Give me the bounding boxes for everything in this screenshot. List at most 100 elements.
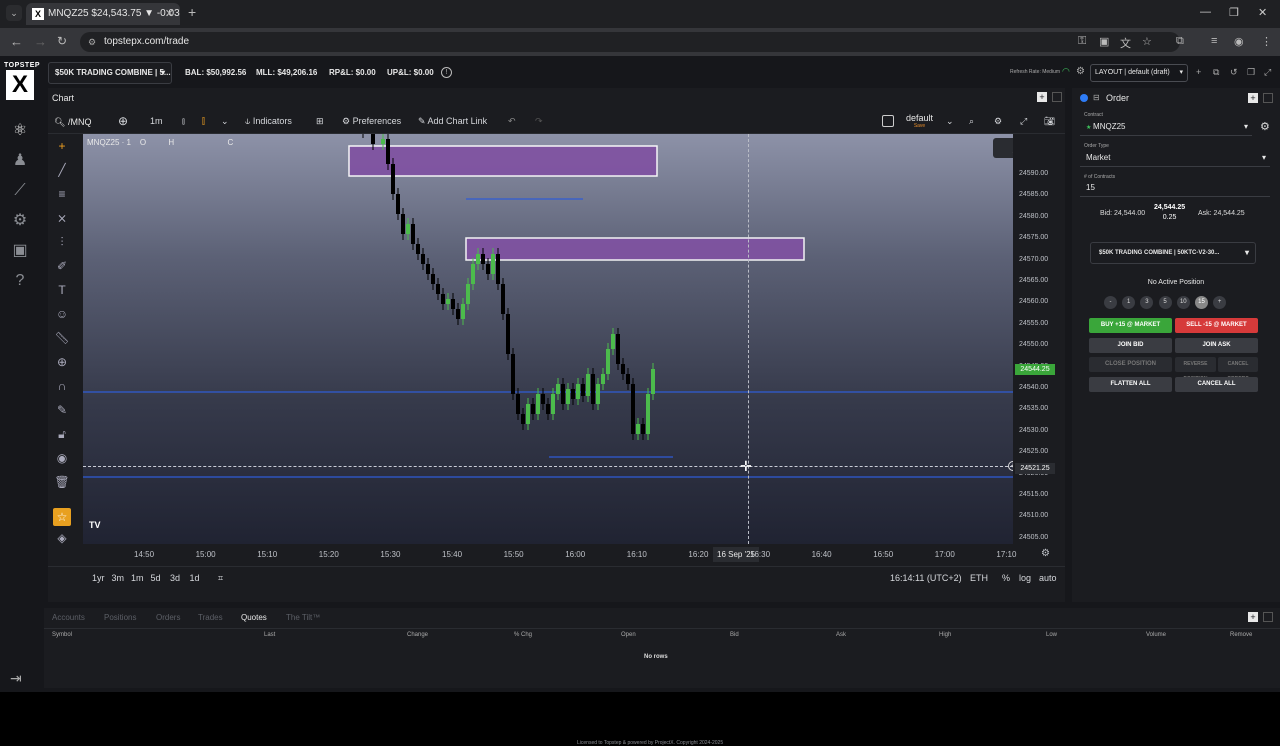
browser-menu-icon[interactable]: ⋮ [1261, 35, 1272, 48]
reload-icon[interactable]: ↻ [57, 34, 67, 48]
range-button-3d[interactable]: 3d [170, 573, 180, 583]
password-key-icon[interactable]: ⚿ [1078, 35, 1086, 48]
duplicate-layout-icon[interactable]: ⧉ [1213, 67, 1219, 78]
maximize-panel-icon[interactable] [1263, 612, 1273, 622]
join-ask-button[interactable]: JOIN ASK [1175, 338, 1258, 353]
redo-icon[interactable]: ↷ [535, 116, 543, 127]
settings-gear-icon[interactable]: ⚙ [6, 206, 34, 236]
horizontal-lines-icon[interactable]: ≡ [48, 182, 76, 206]
restore-icon[interactable]: ❐ [1229, 6, 1239, 19]
bottom-tab-positions[interactable]: Positions [104, 613, 136, 622]
chart-settings-gear-icon[interactable]: ⚙ [994, 116, 1002, 127]
analytics-icon[interactable]: ⟋ [6, 176, 34, 206]
close-tab-icon[interactable]: ✕ [165, 3, 174, 25]
time-axis-settings-icon[interactable]: ⚙ [1041, 548, 1050, 559]
add-panel-plus-icon[interactable]: + [1248, 612, 1258, 622]
auto-scale-toggle[interactable]: auto [1039, 573, 1057, 583]
date-range-calendar-icon[interactable]: ⌗ [218, 573, 223, 584]
trash-icon[interactable]: 🗑︎ [48, 470, 76, 494]
template-default[interactable]: default Save [906, 113, 933, 129]
drawing-floating-toolbar[interactable]: ╱ ⫷ ⫯ [993, 138, 1013, 158]
tab-list-chevron-icon[interactable]: ⌄ [6, 5, 22, 21]
candles-icon[interactable]: ⫿ [202, 116, 205, 127]
bookmark-star-icon[interactable]: ☆ [1142, 35, 1152, 48]
address-bar[interactable]: ⚙ topstepx.com/trade [80, 32, 1180, 52]
translate-icon[interactable]: 文 [1120, 35, 1131, 51]
buy-market-button[interactable]: BUY +15 @ MARKET [1089, 318, 1172, 333]
reading-list-icon[interactable]: ≡ [1211, 35, 1217, 47]
range-button-1yr[interactable]: 1yr [92, 573, 105, 583]
order-settings-gear-icon[interactable]: ⚙ [1260, 120, 1270, 133]
contract-select[interactable]: ★ MNQZ25 ▾ [1080, 118, 1252, 136]
new-tab-plus-icon[interactable]: + [188, 4, 196, 20]
tradingview-icon[interactable]: ▣ [6, 236, 34, 266]
account-select[interactable]: $50K TRADING COMBINE | 5... ▾ [48, 62, 172, 84]
range-button-1d[interactable]: 1d [190, 573, 200, 583]
bottom-tab-orders[interactable]: Orders [156, 613, 180, 622]
browser-tab[interactable]: X MNQZ25 $24,543.75 ▼ -0.03% ✕ [26, 3, 180, 25]
add-layout-plus-icon[interactable]: + [1196, 67, 1201, 77]
quantity-button-1[interactable]: 1 [1122, 296, 1136, 309]
bottom-tab-quotes[interactable]: Quotes [241, 613, 267, 622]
order-type-select[interactable]: Market ▾ [1080, 149, 1270, 167]
bottom-tab-trades[interactable]: Trades [198, 613, 223, 622]
undo-layout-icon[interactable]: ↺ [1230, 67, 1238, 78]
quantity-button-10[interactable]: 10 [1176, 296, 1190, 309]
compare-plus-icon[interactable]: ⊕ [118, 114, 128, 128]
percent-scale-toggle[interactable]: % [1002, 573, 1010, 583]
reverse-position-button[interactable]: REVERSE POSITION [1175, 357, 1216, 382]
layout-toggle-icon[interactable] [882, 115, 894, 127]
trend-line-icon[interactable]: ╱ [48, 158, 76, 182]
log-scale-toggle[interactable]: log [1019, 573, 1031, 583]
price-chart[interactable]: ✛ + MNQZ25 · 1 O H C ╱ ⫷ ⫯ TV [83, 134, 1013, 544]
crosshair-tool-icon[interactable]: + [48, 134, 76, 158]
bar-style-icon[interactable]: ⫾ [182, 116, 185, 127]
quantity-button-+[interactable]: + [1213, 296, 1227, 309]
link-color-dot[interactable] [1080, 94, 1088, 102]
eye-icon[interactable]: ◉ [48, 446, 76, 470]
trade-chart-icon[interactable]: ⚛ [6, 116, 34, 146]
cancel-orders-button[interactable]: CANCEL ORDERS [1218, 357, 1258, 382]
maximize-panel-icon[interactable] [1052, 92, 1062, 102]
range-button-1m[interactable]: 1m [131, 573, 144, 583]
template-save[interactable]: Save [906, 123, 933, 129]
back-arrow-icon[interactable]: ← [10, 34, 23, 49]
fullscreen-icon[interactable]: ⤢ [1264, 67, 1271, 78]
stay-drawing-icon[interactable]: ✎ [48, 398, 76, 422]
settings-gear-icon[interactable]: ⚙ [1076, 66, 1085, 77]
forward-arrow-icon[interactable]: → [34, 34, 47, 49]
session-toggle[interactable]: ETH [970, 573, 988, 583]
magnet-icon[interactable]: ∩ [48, 374, 76, 398]
flatten-all-button[interactable]: FLATTEN ALL [1089, 377, 1172, 392]
quick-search-icon[interactable]: ⌕ [969, 116, 974, 127]
add-panel-plus-icon[interactable]: + [1037, 92, 1047, 102]
time-axis[interactable]: 16 Sep '25 ⚙ 14:50 15:00 15:10 15:20 15:30 15… [83, 544, 1050, 566]
range-button-3m[interactable]: 3m [112, 573, 125, 583]
templates-grid-icon[interactable]: ⊞ [316, 116, 324, 127]
range-button-5d[interactable]: 5d [151, 573, 161, 583]
favorites-star-icon[interactable]: ☆ [53, 508, 71, 526]
bottom-tab-thetilt[interactable]: The Tilt™ [286, 613, 320, 622]
camera-screenshot-icon[interactable]: 📷︎ [1044, 116, 1055, 127]
pitchfork-icon[interactable]: ⨯ [48, 206, 76, 230]
minimize-icon[interactable]: — [1200, 6, 1211, 18]
fib-icon[interactable]: ⫶ [48, 230, 76, 254]
site-settings-icon[interactable]: ⚙ [88, 32, 96, 52]
quantity-button-15[interactable]: 15 [1195, 296, 1208, 309]
screencast-icon[interactable]: ▣ [1099, 35, 1109, 48]
quantity-button-5[interactable]: 5 [1158, 296, 1172, 309]
sell-market-button[interactable]: SELL -15 @ MARKET [1175, 318, 1258, 333]
text-tool-icon[interactable]: T [48, 278, 76, 302]
brush-icon[interactable]: ✐ [48, 254, 76, 278]
lock-icon[interactable]: 🔓︎ [48, 422, 76, 446]
chevron-down-icon[interactable]: ⌄ [946, 116, 954, 127]
profile-avatar-icon[interactable]: ◉ [1234, 35, 1244, 48]
extensions-icon[interactable]: ⧉ [1176, 35, 1184, 48]
ask-price[interactable]: Ask: 24,544.25 [1198, 210, 1245, 217]
help-icon[interactable]: ? [6, 266, 34, 296]
preferences-button[interactable]: ⚙ Preferences [342, 116, 401, 127]
ruler-icon[interactable]: 📏︎ [48, 326, 76, 350]
layers-icon[interactable]: ◈ [48, 526, 76, 550]
contracts-input[interactable]: 15 [1080, 179, 1270, 197]
emoji-icon[interactable]: ☺ [48, 302, 76, 326]
